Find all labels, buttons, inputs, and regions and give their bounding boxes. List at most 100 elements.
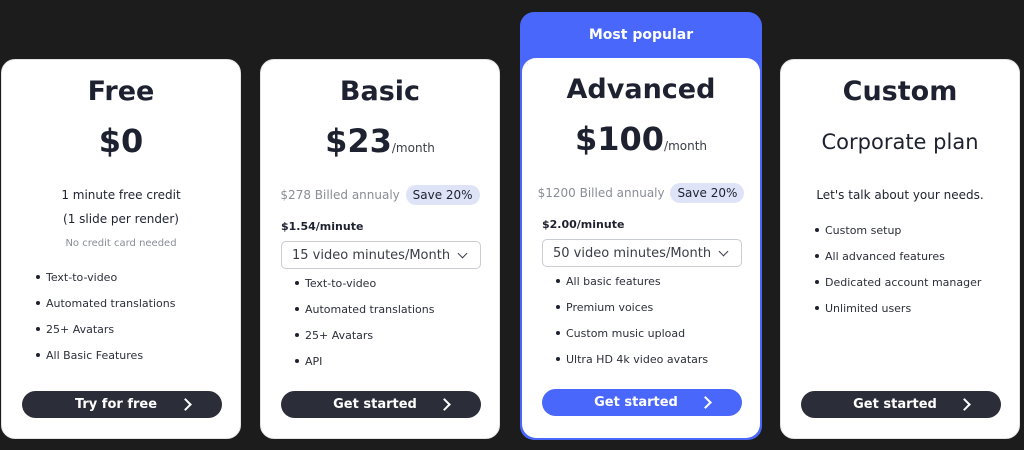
feature-list: Text-to-video Automated translations 25+… bbox=[295, 270, 434, 374]
feature-item: Premium voices bbox=[556, 294, 708, 320]
no-card-note: No credit card needed bbox=[65, 238, 177, 249]
feature-label: Custom setup bbox=[825, 223, 902, 237]
credit-line: 1 minute free credit bbox=[61, 188, 181, 202]
billed-text: $1200 Billed annualy bbox=[537, 186, 665, 200]
feature-item: 25+ Avatars bbox=[36, 316, 175, 342]
plan-price: $100/month bbox=[522, 120, 760, 158]
get-started-button[interactable]: Get started bbox=[801, 391, 1001, 418]
bullet-icon bbox=[36, 327, 40, 331]
price-amount: $23 bbox=[325, 122, 392, 160]
feature-item: Automated translations bbox=[295, 296, 434, 322]
feature-label: All Basic Features bbox=[46, 348, 144, 362]
plan-card-custom: Custom Corporate plan Let's talk about y… bbox=[780, 59, 1020, 439]
billed-annually: $278 Billed annualy Save 20% bbox=[261, 185, 499, 205]
feature-item: All Basic Features bbox=[36, 342, 175, 368]
feature-label: Ultra HD 4k video avatars bbox=[566, 352, 709, 366]
feature-list: All basic features Premium voices Custom… bbox=[556, 268, 708, 372]
feature-item: Unlimited users bbox=[815, 295, 981, 321]
feature-label: Unlimited users bbox=[825, 301, 912, 315]
plan-price: $23/month bbox=[261, 122, 499, 160]
bullet-icon bbox=[815, 306, 819, 310]
price-period: /month bbox=[664, 139, 708, 153]
button-label: Get started bbox=[333, 397, 417, 412]
bullet-icon bbox=[815, 280, 819, 284]
bullet-icon bbox=[295, 359, 299, 363]
chevron-right-icon bbox=[438, 398, 451, 411]
bullet-icon bbox=[295, 333, 299, 337]
chevron-down-icon bbox=[457, 248, 468, 258]
plan-name: Basic bbox=[339, 76, 421, 107]
custom-tagline: Let's talk about your needs. bbox=[816, 188, 984, 202]
try-for-free-button[interactable]: Try for free bbox=[22, 391, 222, 418]
billed-text: $278 Billed annualy bbox=[280, 188, 400, 202]
feature-item: Text-to-video bbox=[36, 264, 175, 290]
feature-item: 25+ Avatars bbox=[295, 322, 434, 348]
feature-list: Custom setup All advanced features Dedic… bbox=[815, 217, 981, 321]
bullet-icon bbox=[36, 301, 40, 305]
feature-item: All basic features bbox=[556, 268, 708, 294]
bullet-icon bbox=[815, 228, 819, 232]
bullet-icon bbox=[36, 275, 40, 279]
select-value: 50 video minutes/Month bbox=[553, 245, 712, 261]
feature-label: API bbox=[305, 354, 323, 368]
feature-item: API bbox=[295, 348, 434, 374]
per-minute-rate: $2.00/minute bbox=[542, 218, 625, 231]
feature-item: Custom setup bbox=[815, 217, 981, 243]
feature-label: Automated translations bbox=[305, 302, 435, 316]
price-period: /month bbox=[391, 141, 435, 155]
chevron-right-icon bbox=[958, 398, 971, 411]
feature-label: 25+ Avatars bbox=[46, 322, 115, 336]
chevron-right-icon bbox=[699, 396, 712, 409]
feature-label: Text-to-video bbox=[46, 270, 118, 284]
bullet-icon bbox=[556, 279, 560, 283]
per-minute-rate: $1.54/minute bbox=[281, 220, 364, 233]
plan-name: Custom bbox=[842, 76, 958, 107]
select-value: 15 video minutes/Month bbox=[292, 247, 451, 263]
bullet-icon bbox=[36, 353, 40, 357]
corporate-plan-label: Corporate plan bbox=[821, 130, 979, 154]
feature-item: Dedicated account manager bbox=[815, 269, 981, 295]
feature-item: Ultra HD 4k video avatars bbox=[556, 346, 708, 372]
feature-label: Custom music upload bbox=[566, 326, 686, 340]
get-started-button[interactable]: Get started bbox=[281, 391, 481, 418]
plan-name: Advanced bbox=[566, 74, 716, 105]
minutes-select[interactable]: 15 video minutes/Month bbox=[281, 241, 481, 269]
feature-item: Custom music upload bbox=[556, 320, 708, 346]
bullet-icon bbox=[556, 305, 560, 309]
bullet-icon bbox=[815, 254, 819, 258]
chevron-right-icon bbox=[179, 398, 192, 411]
credit-line-detail: (1 slide per render) bbox=[63, 212, 179, 226]
plan-card-advanced-highlight: Most popular Advanced $100/month $1200 B… bbox=[520, 12, 762, 440]
feature-label: 25+ Avatars bbox=[305, 328, 374, 342]
plan-card-advanced: Advanced $100/month $1200 Billed annualy… bbox=[522, 58, 760, 438]
bullet-icon bbox=[295, 281, 299, 285]
feature-label: All advanced features bbox=[825, 249, 945, 263]
feature-label: Dedicated account manager bbox=[825, 275, 982, 289]
feature-label: Text-to-video bbox=[305, 276, 377, 290]
plan-name: Free bbox=[87, 76, 155, 107]
button-label: Get started bbox=[853, 397, 937, 412]
button-label: Get started bbox=[594, 395, 678, 410]
feature-item: Automated translations bbox=[36, 290, 175, 316]
plan-card-basic: Basic $23/month $278 Billed annualy Save… bbox=[260, 59, 500, 439]
plan-card-free: Free $0 1 minute free credit (1 slide pe… bbox=[1, 59, 241, 439]
feature-list: Text-to-video Automated translations 25+… bbox=[36, 264, 175, 368]
get-started-button[interactable]: Get started bbox=[542, 389, 742, 416]
plan-subtitle: Corporate plan bbox=[781, 130, 1019, 154]
save-badge: Save 20% bbox=[405, 185, 480, 205]
button-label: Try for free bbox=[74, 397, 158, 412]
most-popular-banner: Most popular bbox=[588, 27, 694, 43]
feature-item: Text-to-video bbox=[295, 270, 434, 296]
feature-label: All basic features bbox=[566, 274, 661, 288]
feature-label: Automated translations bbox=[46, 296, 176, 310]
chevron-down-icon bbox=[718, 246, 729, 256]
price-amount: $100 bbox=[574, 120, 665, 158]
feature-label: Premium voices bbox=[566, 300, 654, 314]
plan-price: $0 bbox=[2, 122, 240, 160]
price-amount: $0 bbox=[98, 122, 144, 160]
minutes-select[interactable]: 50 video minutes/Month bbox=[542, 239, 742, 267]
billed-annually: $1200 Billed annualy Save 20% bbox=[522, 183, 760, 203]
save-badge: Save 20% bbox=[670, 183, 745, 203]
bullet-icon bbox=[295, 307, 299, 311]
bullet-icon bbox=[556, 331, 560, 335]
